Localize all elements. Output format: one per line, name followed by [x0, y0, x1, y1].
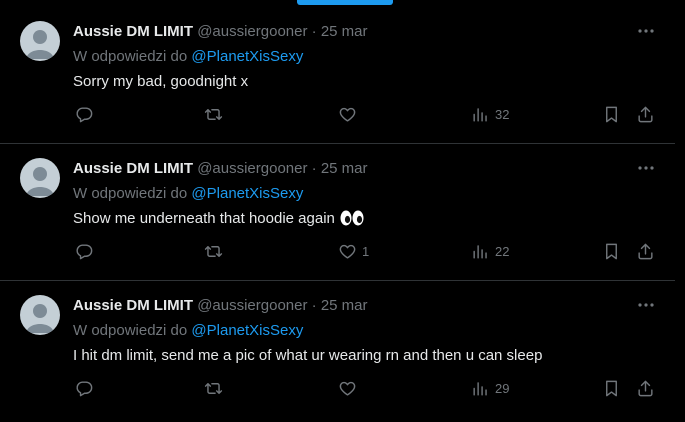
reply-button[interactable]: [75, 105, 94, 124]
separator-dot: ·: [311, 160, 317, 177]
heart-icon: [338, 379, 357, 398]
avatar[interactable]: [20, 21, 60, 61]
tweet-date[interactable]: 25 mar: [321, 23, 368, 40]
views-button[interactable]: 32: [471, 105, 509, 124]
reply-button[interactable]: [75, 379, 94, 398]
tweet-date[interactable]: 25 mar: [321, 160, 368, 177]
heart-icon: [338, 105, 357, 124]
retweet-button[interactable]: [204, 242, 223, 261]
like-button[interactable]: [338, 105, 362, 124]
reply-icon: [75, 105, 94, 124]
reply-context: W odpowiedzi do @PlanetXisSexy: [73, 184, 303, 204]
author-name[interactable]: Aussie DM LIMIT: [73, 23, 193, 40]
retweet-icon: [204, 379, 223, 398]
reply-icon: [75, 379, 94, 398]
views-button[interactable]: 29: [471, 379, 509, 398]
retweet-icon: [204, 242, 223, 261]
tweet-text: Sorry my bad, goodnight x: [73, 73, 249, 90]
reply-icon: [75, 242, 94, 261]
tweet[interactable]: Aussie DM LIMIT @aussiergooner · 25 mar …: [0, 281, 675, 417]
author-name[interactable]: Aussie DM LIMIT: [73, 297, 193, 314]
view-count: 32: [495, 107, 510, 122]
more-icon[interactable]: [636, 23, 656, 39]
tweet-actions: 32: [0, 103, 675, 131]
view-count: 29: [495, 381, 510, 396]
share-icon: [636, 105, 655, 124]
tweet-header: Aussie DM LIMIT @aussiergooner · 25 mar: [73, 22, 368, 42]
views-icon: [471, 379, 490, 398]
view-count: 22: [495, 244, 510, 259]
reply-prefix: W odpowiedzi do: [73, 185, 188, 202]
separator-dot: ·: [311, 297, 317, 314]
separator-dot: ·: [311, 23, 317, 40]
avatar[interactable]: [20, 295, 60, 335]
reply-prefix: W odpowiedzi do: [73, 48, 188, 65]
retweet-button[interactable]: [204, 105, 223, 124]
reply-mention-link[interactable]: @PlanetXisSexy: [191, 322, 303, 339]
share-icon: [636, 379, 655, 398]
like-count: 1: [362, 244, 370, 259]
tweet-text: Show me underneath that hoodie again: [73, 208, 365, 233]
tweet-text-content: Show me underneath that hoodie again: [73, 210, 335, 227]
share-button[interactable]: [636, 242, 655, 261]
tweet-date[interactable]: 25 mar: [321, 297, 368, 314]
bookmark-icon: [602, 242, 621, 261]
tweet-actions: 1 22: [0, 240, 675, 268]
reply-prefix: W odpowiedzi do: [73, 322, 188, 339]
views-button[interactable]: 22: [471, 242, 509, 261]
eyes-emoji-icon: [339, 210, 365, 233]
share-icon: [636, 242, 655, 261]
bookmark-button[interactable]: [602, 105, 621, 124]
reply-mention-link[interactable]: @PlanetXisSexy: [191, 48, 303, 65]
retweet-icon: [204, 105, 223, 124]
author-handle[interactable]: @aussiergooner: [197, 23, 307, 40]
share-button[interactable]: [636, 105, 655, 124]
avatar[interactable]: [20, 158, 60, 198]
share-button[interactable]: [636, 379, 655, 398]
retweet-button[interactable]: [204, 379, 223, 398]
author-handle[interactable]: @aussiergooner: [197, 160, 307, 177]
heart-icon: [338, 242, 357, 261]
reply-context: W odpowiedzi do @PlanetXisSexy: [73, 47, 303, 67]
reply-feed: Aussie DM LIMIT @aussiergooner · 25 mar …: [0, 7, 675, 417]
tweet[interactable]: Aussie DM LIMIT @aussiergooner · 25 mar …: [0, 7, 675, 144]
tweet-header: Aussie DM LIMIT @aussiergooner · 25 mar: [73, 296, 368, 316]
author-name[interactable]: Aussie DM LIMIT: [73, 160, 193, 177]
reply-context: W odpowiedzi do @PlanetXisSexy: [73, 321, 303, 341]
bookmark-icon: [602, 379, 621, 398]
tweet-text: I hit dm limit, send me a pic of what ur…: [73, 347, 543, 364]
views-icon: [471, 242, 490, 261]
more-icon[interactable]: [636, 297, 656, 313]
bookmark-button[interactable]: [602, 242, 621, 261]
bookmark-icon: [602, 105, 621, 124]
tweet-actions: 29: [0, 377, 675, 405]
bookmark-button[interactable]: [602, 379, 621, 398]
views-icon: [471, 105, 490, 124]
author-handle[interactable]: @aussiergooner: [197, 297, 307, 314]
more-icon[interactable]: [636, 160, 656, 176]
reply-button[interactable]: [75, 242, 94, 261]
like-button[interactable]: 1: [338, 242, 369, 261]
active-tab-indicator: [297, 0, 393, 5]
tweet[interactable]: Aussie DM LIMIT @aussiergooner · 25 mar …: [0, 144, 675, 281]
tweet-header: Aussie DM LIMIT @aussiergooner · 25 mar: [73, 159, 368, 179]
like-button[interactable]: [338, 379, 362, 398]
reply-mention-link[interactable]: @PlanetXisSexy: [191, 185, 303, 202]
